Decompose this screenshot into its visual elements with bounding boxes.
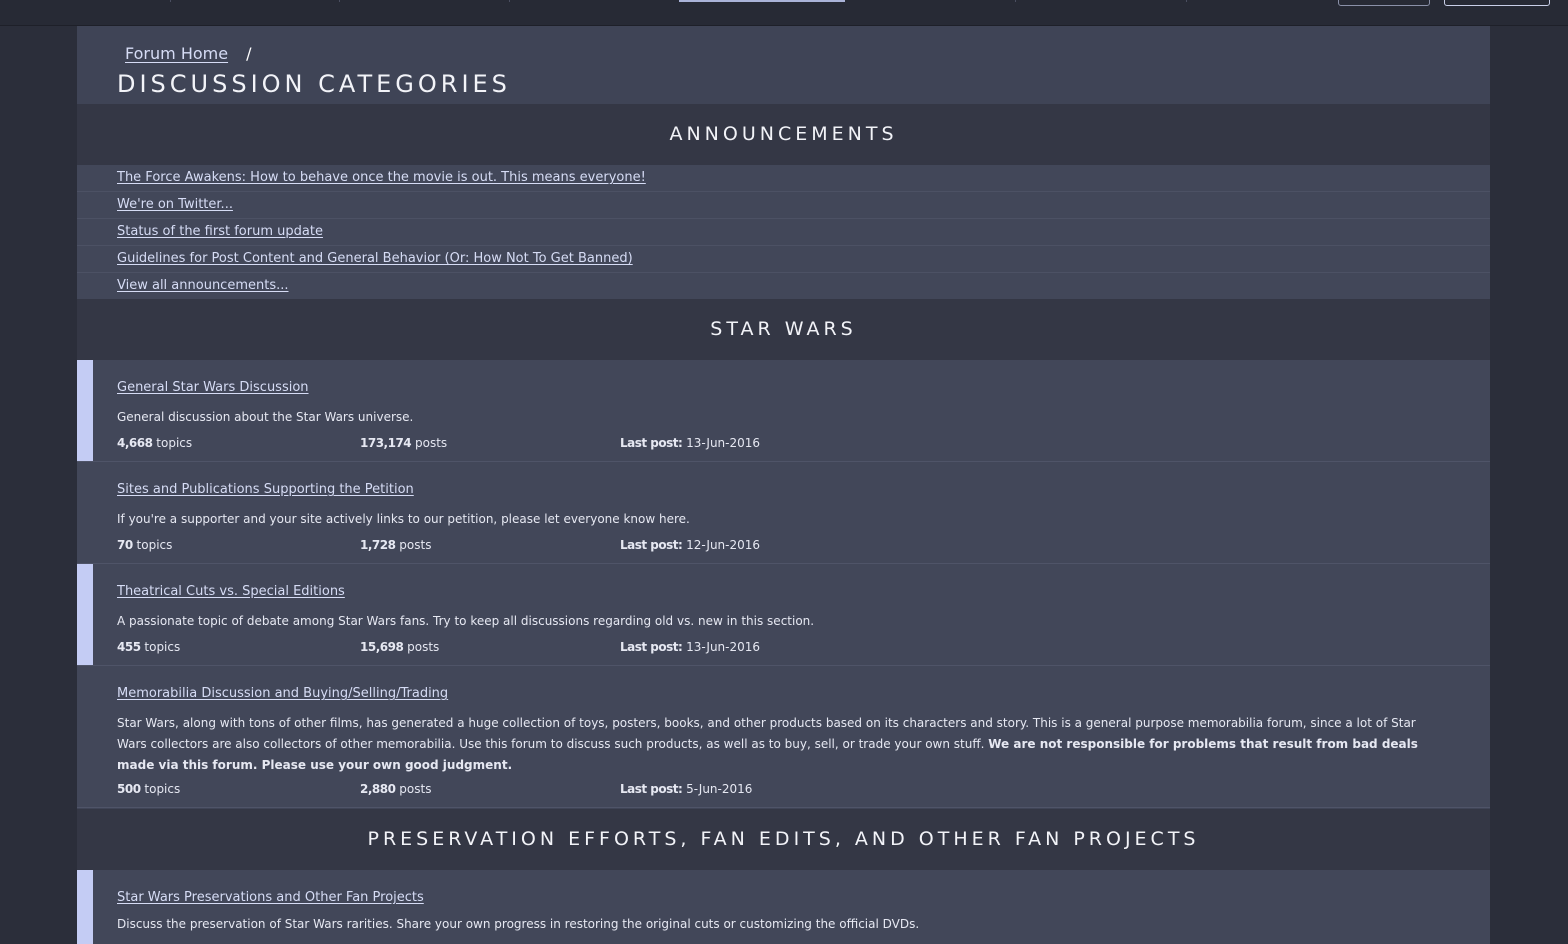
site-logo[interactable]	[30, 0, 104, 6]
forum-posts-count: 1,728 posts	[360, 538, 431, 552]
section-header-announcements: ANNOUNCEMENTS	[77, 104, 1490, 165]
forum-title-link[interactable]: Sites and Publications Supporting the Pe…	[117, 482, 414, 497]
topics-label: topics	[156, 436, 193, 450]
topics-count-value: 70	[117, 538, 133, 552]
last-post-date: 13-Jun-2016	[686, 436, 761, 450]
forum-row: General Star Wars Discussion General dis…	[77, 360, 1490, 462]
forum-unread-indicator	[77, 360, 93, 461]
forum-description: General discussion about the Star Wars u…	[117, 407, 1447, 428]
topics-label: topics	[136, 538, 173, 552]
forum-topics-count: 455 topics	[117, 640, 180, 654]
nav-divider	[339, 0, 340, 2]
announcement-row: The Force Awakens: How to behave once th…	[77, 165, 1490, 192]
nav-divider	[1015, 0, 1016, 2]
forum-title-link[interactable]: Memorabilia Discussion and Buying/Sellin…	[117, 686, 448, 701]
nav-divider	[1186, 0, 1187, 2]
forum-topics-count: 500 topics	[117, 782, 180, 796]
forum-last-post: Last post: 12-Jun-2016	[620, 538, 760, 552]
announcement-row: View all announcements...	[77, 273, 1490, 300]
nav-divider	[509, 0, 510, 2]
forum-description: If you're a supporter and your site acti…	[117, 509, 1447, 530]
forum-title-link[interactable]: Star Wars Preservations and Other Fan Pr…	[117, 890, 424, 905]
nav-active-indicator[interactable]	[679, 0, 845, 2]
view-all-announcements-link[interactable]: View all announcements...	[117, 278, 289, 293]
forum-row: Memorabilia Discussion and Buying/Sellin…	[77, 666, 1490, 808]
topics-count-value: 500	[117, 782, 141, 796]
forum-description-text: Discuss the preservation of Star Wars ra…	[117, 917, 920, 931]
forum-unread-indicator	[77, 870, 93, 944]
topics-count-value: 4,668	[117, 436, 153, 450]
forum-last-post: Last post: 5-Jun-2016	[620, 782, 752, 796]
last-post-label: Last post:	[620, 538, 683, 552]
forum-topics-count: 70 topics	[117, 538, 172, 552]
breadcrumb-forum-home-link[interactable]: Forum Home	[125, 44, 228, 63]
topics-label: topics	[144, 782, 181, 796]
announcement-link[interactable]: We're on Twitter...	[117, 197, 233, 212]
breadcrumb: Forum Home /	[125, 44, 251, 63]
forum-title-link[interactable]: General Star Wars Discussion	[117, 380, 309, 395]
nav-button[interactable]	[1338, 0, 1430, 6]
announcement-row: We're on Twitter...	[77, 192, 1490, 219]
forum-description-text: General discussion about the Star Wars u…	[117, 410, 414, 424]
last-post-date: 12-Jun-2016	[686, 538, 761, 552]
posts-label: posts	[399, 782, 432, 796]
forum-description: Star Wars, along with tons of other film…	[117, 713, 1447, 776]
announcement-row: Status of the first forum update	[77, 219, 1490, 246]
page-title: DISCUSSION CATEGORIES	[117, 70, 511, 98]
posts-count-value: 173,174	[360, 436, 412, 450]
last-post-date: 5-Jun-2016	[686, 782, 753, 796]
topics-label: topics	[144, 640, 181, 654]
forum-posts-count: 15,698 posts	[360, 640, 439, 654]
posts-count-value: 1,728	[360, 538, 396, 552]
announcement-link[interactable]: The Force Awakens: How to behave once th…	[117, 170, 646, 185]
announcement-link[interactable]: Status of the first forum update	[117, 224, 323, 239]
posts-label: posts	[414, 436, 448, 450]
posts-label: posts	[399, 538, 432, 552]
breadcrumb-separator: /	[246, 44, 252, 63]
forum-row: Sites and Publications Supporting the Pe…	[77, 462, 1490, 564]
forum-description-text: A passionate topic of debate among Star …	[117, 614, 815, 628]
posts-label: posts	[407, 640, 440, 654]
nav-button[interactable]	[1444, 0, 1550, 6]
forum-topics-count: 4,668 topics	[117, 436, 192, 450]
last-post-date: 13-Jun-2016	[686, 640, 761, 654]
section-header-star-wars: STAR WARS	[77, 299, 1490, 360]
announcement-link[interactable]: Guidelines for Post Content and General …	[117, 251, 633, 266]
forum-main-panel: Forum Home / DISCUSSION CATEGORIES ANNOUN…	[77, 26, 1490, 944]
posts-count-value: 15,698	[360, 640, 404, 654]
forum-last-post: Last post: 13-Jun-2016	[620, 436, 760, 450]
announcement-row: Guidelines for Post Content and General …	[77, 246, 1490, 273]
page-header: Forum Home / DISCUSSION CATEGORIES	[77, 26, 1490, 104]
forum-row: Star Wars Preservations and Other Fan Pr…	[77, 870, 1490, 944]
forum-description: A passionate topic of debate among Star …	[117, 611, 1447, 632]
last-post-label: Last post:	[620, 640, 683, 654]
forum-description: Discuss the preservation of Star Wars ra…	[117, 914, 1447, 935]
nav-divider	[170, 0, 171, 2]
forum-unread-indicator	[77, 564, 93, 665]
posts-count-value: 2,880	[360, 782, 396, 796]
forum-title-link[interactable]: Theatrical Cuts vs. Special Editions	[117, 584, 345, 599]
forum-description-text: If you're a supporter and your site acti…	[117, 512, 690, 526]
forum-row: Theatrical Cuts vs. Special Editions A p…	[77, 564, 1490, 666]
top-navigation-bar	[0, 0, 1568, 26]
last-post-label: Last post:	[620, 782, 683, 796]
section-header-preservation: PRESERVATION EFFORTS, FAN EDITS, AND OTH…	[77, 809, 1490, 870]
forum-last-post: Last post: 13-Jun-2016	[620, 640, 760, 654]
last-post-label: Last post:	[620, 436, 683, 450]
topics-count-value: 455	[117, 640, 141, 654]
forum-posts-count: 2,880 posts	[360, 782, 431, 796]
forum-posts-count: 173,174 posts	[360, 436, 447, 450]
